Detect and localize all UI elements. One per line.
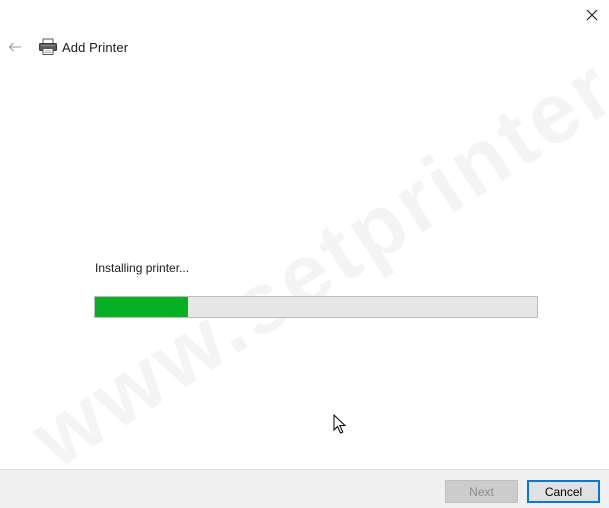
close-icon <box>586 9 598 21</box>
cancel-button[interactable]: Cancel <box>527 480 600 503</box>
dialog-header: Add Printer <box>38 37 128 57</box>
back-button[interactable] <box>4 37 26 57</box>
mouse-cursor-icon <box>333 414 347 434</box>
status-text: Installing printer... <box>95 261 190 275</box>
watermark: www.setprinter.com <box>14 0 609 488</box>
dialog-footer: Next Cancel <box>0 469 609 508</box>
progress-bar <box>94 296 538 318</box>
arrow-left-icon <box>8 42 21 52</box>
add-printer-dialog: www.setprinter.com Add Printer Installin… <box>0 0 609 508</box>
printer-icon <box>38 38 58 56</box>
progress-fill <box>95 297 188 317</box>
page-title: Add Printer <box>62 39 129 55</box>
next-button[interactable]: Next <box>445 480 518 503</box>
close-button[interactable] <box>579 4 605 26</box>
